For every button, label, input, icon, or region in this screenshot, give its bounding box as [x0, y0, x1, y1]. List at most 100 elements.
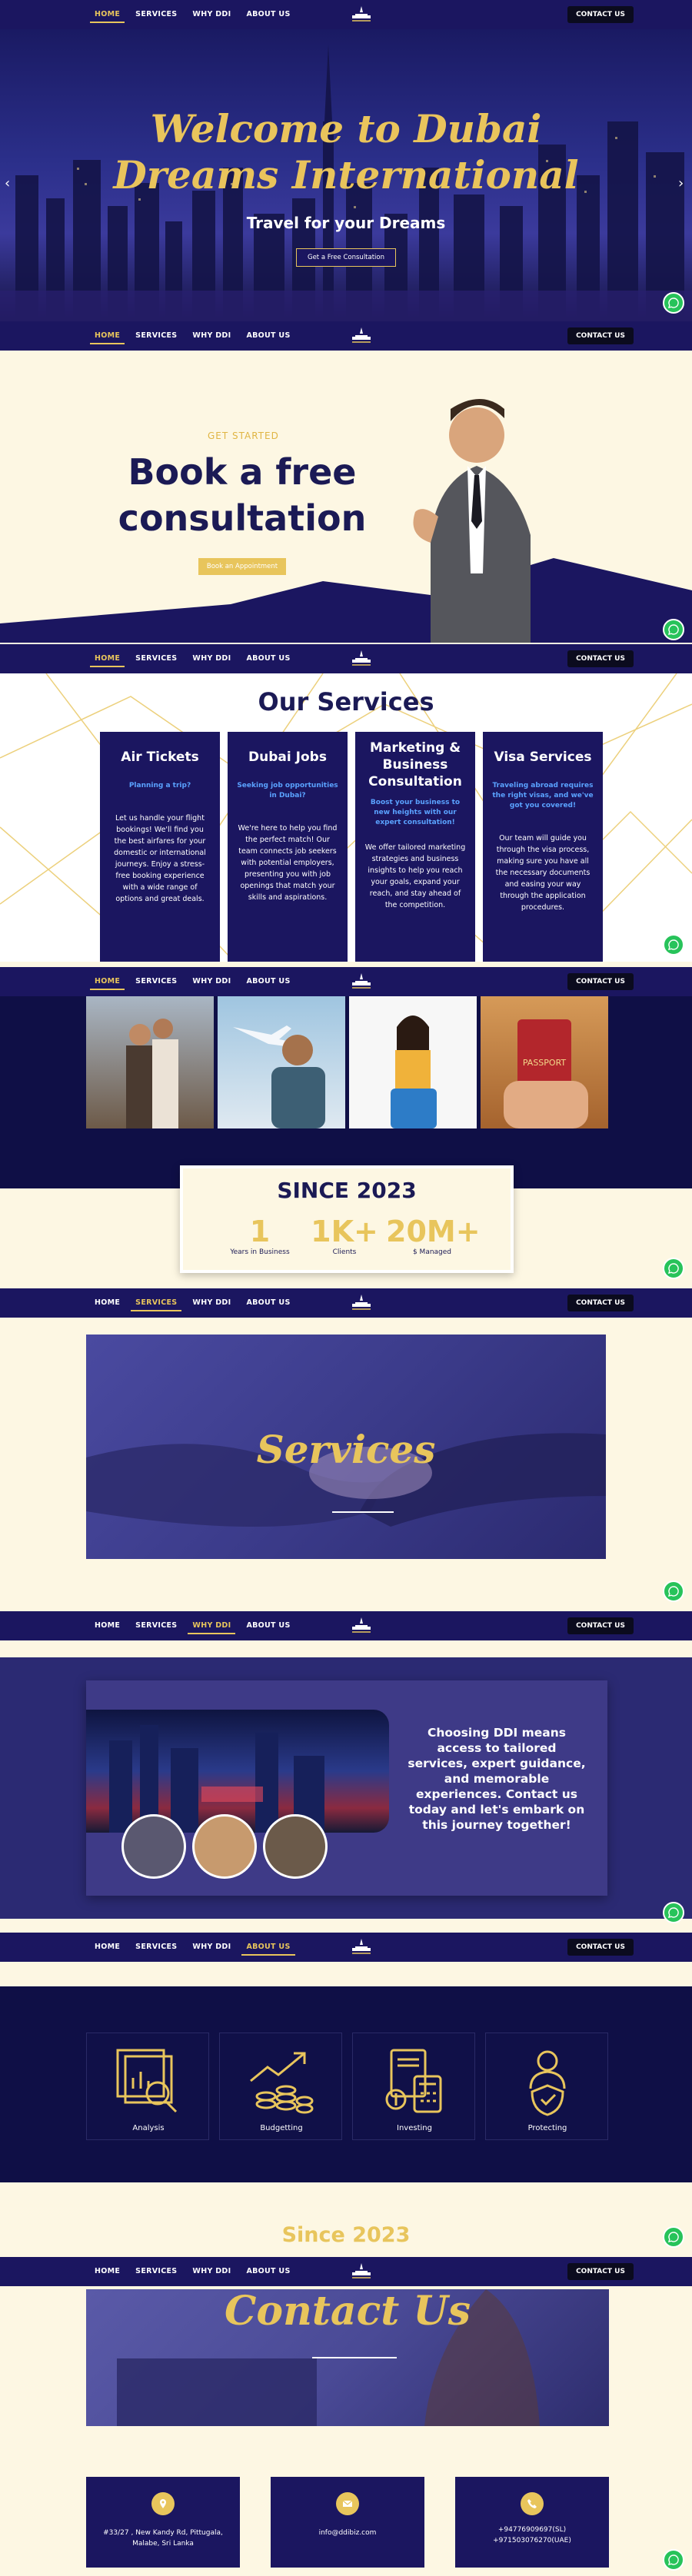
- service-card-body: We're here to help you find the perfect …: [238, 824, 338, 902]
- nav-about-us[interactable]: ABOUT US: [238, 1611, 298, 1640]
- nav-about-us[interactable]: ABOUT US: [238, 0, 298, 29]
- nav-about-us[interactable]: ABOUT US: [238, 2257, 298, 2286]
- contact-us-button[interactable]: CONTACT US: [567, 1295, 634, 1311]
- whatsapp-icon[interactable]: [663, 1258, 684, 1279]
- nav-home[interactable]: HOME: [87, 1933, 128, 1962]
- top-navbar: HOME SERVICES WHY DDI ABOUT US CONTACT U…: [0, 0, 692, 29]
- nav-services[interactable]: SERVICES: [128, 967, 185, 996]
- contact-us-button[interactable]: CONTACT US: [567, 973, 634, 990]
- navbar-7: HOME SERVICES WHY DDI ABOUT US CONTACT U…: [0, 1933, 692, 1962]
- whatsapp-icon[interactable]: [663, 292, 684, 314]
- service-card-marketing[interactable]: Marketing & Business Consultation Boost …: [355, 732, 475, 962]
- service-card-body: We offer tailored marketing strategies a…: [364, 843, 466, 909]
- nav-about-us[interactable]: ABOUT US: [238, 644, 298, 673]
- nav-services[interactable]: SERVICES: [128, 1611, 185, 1640]
- logo-icon[interactable]: [348, 5, 375, 25]
- service-card-lead: Boost your business to new heights with …: [370, 799, 461, 826]
- phone-icon: [521, 2492, 544, 2515]
- contact-phones: +94776909697(SL) +971503076270(UAE): [463, 2524, 601, 2546]
- analysis-icon: [116, 2049, 178, 2113]
- services-section: Our Services Air Tickets Planning a trip…: [0, 673, 692, 962]
- nav-why-ddi[interactable]: WHY DDI: [185, 1288, 238, 1318]
- since-2023-heading: Since 2023: [281, 2223, 411, 2247]
- contact-email[interactable]: info@ddibiz.com: [278, 2528, 417, 2538]
- contact-phone-sl[interactable]: +94776909697(SL): [463, 2524, 601, 2535]
- nav-home[interactable]: HOME: [87, 0, 128, 29]
- nav-why-ddi[interactable]: WHY DDI: [185, 2257, 238, 2286]
- service-card-title: Dubai Jobs: [248, 750, 327, 765]
- nav-services[interactable]: SERVICES: [128, 644, 185, 673]
- stat-value: 20M+: [386, 1215, 481, 1248]
- contact-us-button[interactable]: CONTACT US: [567, 1617, 634, 1634]
- nav-about-us[interactable]: ABOUT US: [238, 1933, 298, 1962]
- logo-icon[interactable]: [348, 972, 375, 992]
- service-card-dubai-jobs[interactable]: Dubai Jobs Seeking job opportunities in …: [228, 732, 348, 962]
- nav-services[interactable]: SERVICES: [128, 1933, 185, 1962]
- nav-home[interactable]: HOME: [87, 967, 128, 996]
- free-consultation-button[interactable]: Get a Free Consultation: [296, 248, 396, 267]
- nav-why-ddi[interactable]: WHY DDI: [185, 0, 238, 29]
- contact-us-button[interactable]: CONTACT US: [567, 650, 634, 667]
- contact-phone-uae[interactable]: +971503076270(UAE): [463, 2535, 601, 2546]
- whatsapp-icon[interactable]: [663, 2226, 684, 2248]
- navbar-4: HOME SERVICES WHY DDI ABOUT US CONTACT U…: [0, 967, 692, 996]
- nav-services[interactable]: SERVICES: [128, 2257, 185, 2286]
- service-card-air-tickets[interactable]: Air Tickets Planning a trip? Let us hand…: [100, 732, 220, 962]
- whatsapp-icon[interactable]: [663, 619, 684, 640]
- since-heading: SINCE 2023: [277, 1178, 417, 1203]
- nav-services[interactable]: SERVICES: [128, 0, 185, 29]
- logo-icon[interactable]: [348, 649, 375, 669]
- logo-icon[interactable]: [348, 1616, 375, 1636]
- logo-icon[interactable]: [348, 2262, 375, 2282]
- contact-address: #33/27 , New Kandy Rd, Pittugala, Malabe…: [103, 2529, 223, 2548]
- contact-us-button[interactable]: CONTACT US: [567, 6, 634, 23]
- envelope-icon: [336, 2492, 359, 2515]
- slider-next-icon[interactable]: ›: [678, 175, 684, 191]
- stat-value: 1: [249, 1215, 271, 1248]
- logo-icon[interactable]: [348, 326, 375, 346]
- logo-icon[interactable]: [348, 1293, 375, 1313]
- feature-investing: Investing: [352, 2033, 475, 2140]
- circle-photo-passport: [121, 1814, 186, 1879]
- nav-services[interactable]: SERVICES: [128, 321, 185, 351]
- svg-text:PASSPORT: PASSPORT: [523, 1058, 567, 1068]
- whatsapp-icon[interactable]: [663, 1902, 684, 1923]
- contact-us-button[interactable]: CONTACT US: [567, 2263, 634, 2280]
- budgetting-icon: [250, 2052, 314, 2114]
- navbar-5: HOME SERVICES WHY DDI ABOUT US CONTACT U…: [0, 1288, 692, 1318]
- nav-home[interactable]: HOME: [87, 1611, 128, 1640]
- nav-why-ddi[interactable]: WHY DDI: [185, 1611, 238, 1640]
- nav-why-ddi[interactable]: WHY DDI: [185, 644, 238, 673]
- nav-why-ddi[interactable]: WHY DDI: [185, 321, 238, 351]
- whatsapp-icon[interactable]: [663, 1581, 684, 1602]
- service-card-title: Marketing & Business Consultation: [368, 740, 462, 789]
- service-card-visa[interactable]: Visa Services Traveling abroad requires …: [483, 732, 603, 962]
- circle-photo-traveler: [192, 1814, 257, 1879]
- nav-about-us[interactable]: ABOUT US: [238, 967, 298, 996]
- whatsapp-icon[interactable]: [663, 2549, 684, 2571]
- stat-clients: 1K+ Clients: [306, 1215, 383, 1256]
- feature-label: Investing: [397, 2124, 432, 2132]
- nav-home[interactable]: HOME: [87, 1288, 128, 1318]
- nav-about-us[interactable]: ABOUT US: [238, 1288, 298, 1318]
- nav-home[interactable]: HOME: [87, 644, 128, 673]
- contact-us-button[interactable]: CONTACT US: [567, 327, 634, 344]
- investing-icon: [385, 2049, 442, 2113]
- contact-us-button[interactable]: CONTACT US: [567, 1939, 634, 1956]
- nav-home[interactable]: HOME: [87, 321, 128, 351]
- logo-icon[interactable]: [348, 1937, 375, 1957]
- service-card-lead: Seeking job opportunities in Dubai?: [237, 782, 338, 799]
- nav-services[interactable]: SERVICES: [128, 1288, 185, 1318]
- feature-label: Budgetting: [260, 2124, 303, 2132]
- nav-about-us[interactable]: ABOUT US: [238, 321, 298, 351]
- gallery-photo-traveler-plane: [218, 996, 345, 1128]
- whatsapp-icon[interactable]: [663, 934, 684, 956]
- nav-why-ddi[interactable]: WHY DDI: [185, 1933, 238, 1962]
- services-title: Our Services: [258, 687, 434, 716]
- hero-section: Welcome to Dubai Dreams International Tr…: [0, 29, 692, 321]
- nav-home[interactable]: HOME: [87, 2257, 128, 2286]
- nav-why-ddi[interactable]: WHY DDI: [185, 967, 238, 996]
- slider-prev-icon[interactable]: ‹: [5, 175, 10, 191]
- stat-value: 1K+: [311, 1215, 378, 1248]
- heading-underline: [332, 1511, 394, 1513]
